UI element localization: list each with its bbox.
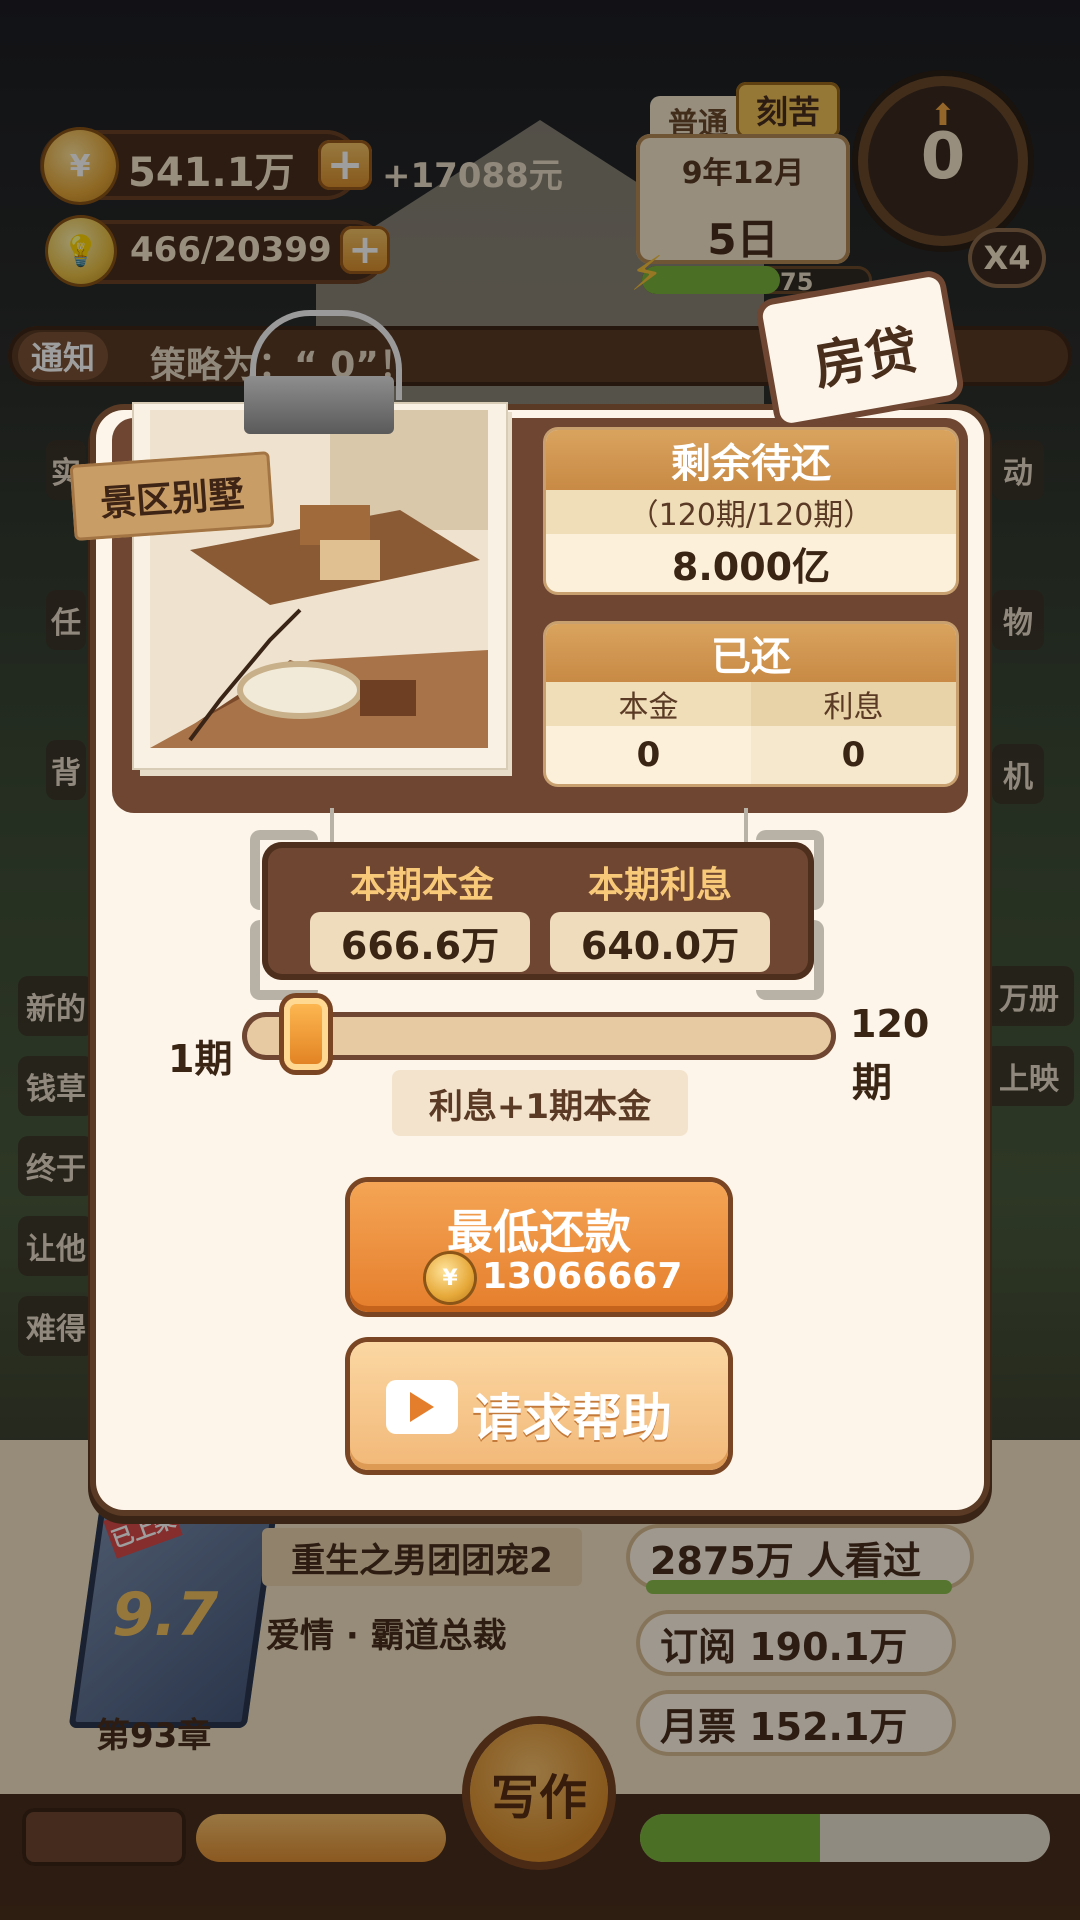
slider-hint: 利息+1期本金 (392, 1070, 688, 1136)
board-bracket-bl (250, 920, 318, 1000)
minimum-payment-button[interactable]: 最低还款 ¥ 13066667 (350, 1182, 728, 1312)
remaining-panel: 剩余待还 （120期/120期） 8.000亿 (546, 430, 956, 592)
minimum-payment-amount: 13066667 (482, 1256, 683, 1297)
coin-icon: ¥ (426, 1254, 474, 1302)
paid-interest-value: 0 (751, 726, 956, 784)
remaining-periods: （120期/120期） (546, 490, 956, 534)
request-help-button[interactable]: 请求帮助 (350, 1342, 728, 1470)
current-interest-label: 本期利息 (587, 865, 732, 906)
paid-panel: 已还 本金 利息 0 0 (546, 624, 956, 784)
video-play-icon (386, 1380, 458, 1434)
slider-max-number: 120 (850, 1002, 930, 1046)
paid-principal-value: 0 (636, 735, 661, 775)
current-principal-value: 666.6万 (310, 912, 530, 972)
remaining-title: 剩余待还 (546, 430, 956, 490)
board-bracket-tl (250, 830, 318, 910)
paid-title: 已还 (546, 624, 956, 682)
property-name-tag: 景区别墅 (69, 451, 275, 541)
paid-interest-label: 利息 (751, 682, 956, 726)
slider-min-label: 1期 (168, 1037, 233, 1081)
period-slider-handle[interactable] (284, 998, 328, 1070)
period-slider-track[interactable] (242, 1012, 836, 1060)
current-principal-label: 本期本金 (349, 865, 494, 906)
current-interest-value: 640.0万 (550, 912, 770, 972)
binder-clip-icon (244, 376, 394, 434)
minimum-payment-title: 最低还款 (447, 1205, 631, 1259)
paid-principal-label: 本金 (546, 682, 751, 726)
request-help-label: 请求帮助 (472, 1389, 672, 1447)
remaining-amount: 8.000亿 (671, 544, 831, 589)
slider-max-unit: 期 (852, 1060, 892, 1106)
